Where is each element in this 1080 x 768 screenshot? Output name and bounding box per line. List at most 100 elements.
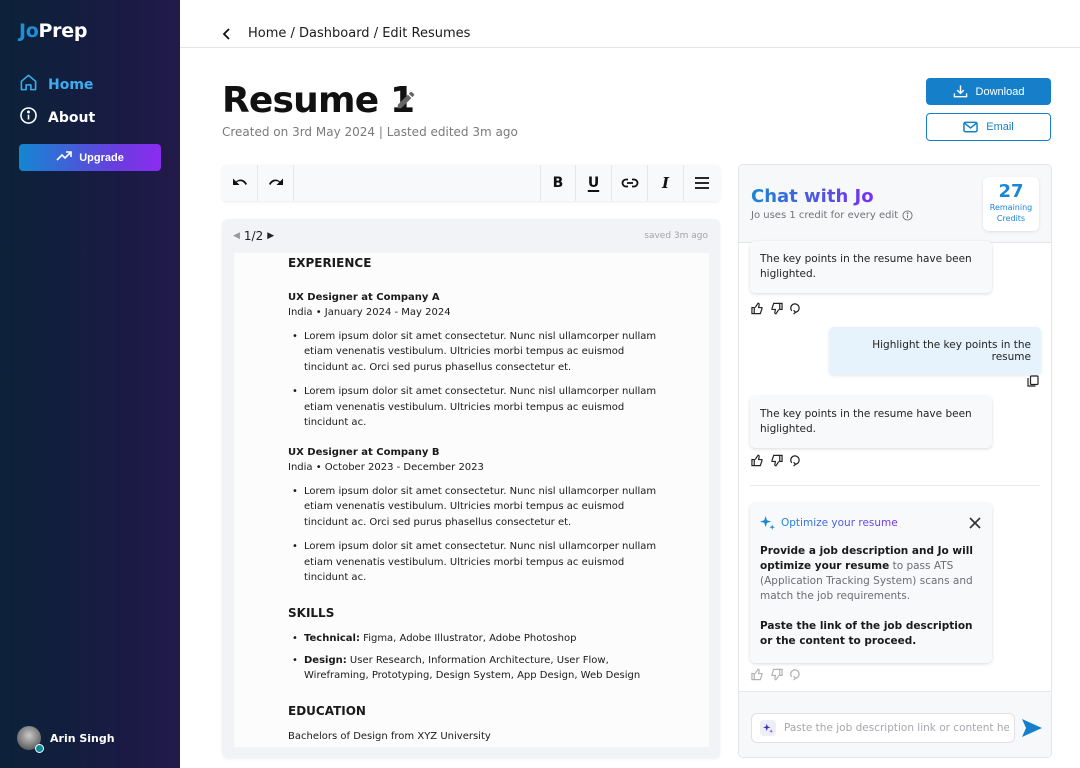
chat-footer	[739, 691, 1051, 757]
editor-toolbar: B U I	[222, 165, 720, 201]
logo-prep: Prep	[38, 20, 88, 42]
education-heading: EDUCATION	[288, 703, 366, 718]
thumbs-up-icon[interactable]	[751, 668, 764, 681]
redo-button[interactable]	[258, 165, 294, 201]
skill-label: Design:	[304, 654, 347, 666]
skill-value: User Research, Information Architecture,…	[304, 654, 641, 682]
resume-content: EXPERIENCE UX Designer at Company A Indi…	[288, 253, 658, 745]
experience-heading: EXPERIENCE	[288, 256, 372, 270]
italic-button[interactable]: I	[648, 165, 684, 201]
resume-editor: ◀ 1/2 ▶ saved 3m ago EXPERIENCE UX Desig…	[222, 219, 720, 758]
next-page-button[interactable]: ▶	[267, 231, 274, 241]
job-bullets: Lorem ipsum dolor sit amet consectetur. …	[288, 484, 658, 586]
mail-icon	[963, 121, 979, 133]
thumbs-down-icon[interactable]	[770, 302, 783, 315]
sparkle-icon	[760, 515, 775, 530]
upgrade-label: Upgrade	[79, 151, 124, 164]
optimize-title: Optimize your resume	[781, 516, 898, 529]
chevron-left-icon	[222, 28, 230, 40]
download-button[interactable]: Download	[926, 78, 1051, 105]
job-description-input[interactable]	[784, 722, 1009, 734]
bullet-item: Lorem ipsum dolor sit amet consectetur. …	[288, 539, 658, 586]
job-meta: India • January 2024 - May 2024	[288, 307, 451, 318]
top-bar: Home / Dashboard / Edit Resumes	[180, 0, 1080, 48]
sparkle-icon	[760, 720, 776, 736]
align-button[interactable]	[684, 165, 720, 201]
message-feedback	[751, 668, 802, 681]
optimize-paragraph: Paste the link of the job description or…	[760, 619, 982, 649]
upgrade-button[interactable]: Upgrade	[19, 144, 161, 171]
saved-status: saved 3m ago	[644, 231, 708, 241]
pencil-icon	[397, 91, 415, 109]
credits-label: Credits	[996, 214, 1026, 223]
credits-label: Remaining	[989, 203, 1033, 212]
email-button[interactable]: Email	[926, 113, 1051, 141]
underline-button[interactable]: U	[576, 165, 612, 201]
trending-up-icon	[56, 150, 72, 165]
redo-icon	[268, 178, 283, 185]
message-feedback	[751, 454, 802, 467]
back-button[interactable]	[222, 26, 236, 42]
resume-page[interactable]: EXPERIENCE UX Designer at Company A Indi…	[234, 253, 709, 747]
link-button[interactable]	[612, 165, 648, 201]
chat-divider	[750, 485, 1040, 486]
sidebar-item-about[interactable]: About	[19, 106, 95, 129]
logo[interactable]: JoPrep	[19, 20, 87, 42]
regenerate-icon[interactable]	[789, 668, 802, 681]
skill-label: Technical:	[304, 633, 360, 644]
optimize-instruction: Paste the link of the job description or…	[760, 620, 973, 647]
bullet-item: Lorem ipsum dolor sit amet consectetur. …	[288, 329, 658, 376]
edit-title-button[interactable]	[395, 89, 417, 111]
italic-icon: I	[661, 174, 670, 192]
user-name: Arin Singh	[50, 731, 115, 745]
skill-item: Technical: Figma, Adobe Illustrator, Ado…	[288, 631, 658, 647]
page-title: Resume 1	[222, 80, 415, 121]
skills-list: Technical: Figma, Adobe Illustrator, Ado…	[288, 631, 658, 684]
skill-value: Figma, Adobe Illustrator, Adobe Photosho…	[359, 633, 577, 644]
undo-button[interactable]	[222, 165, 258, 201]
close-optimize-button[interactable]	[968, 515, 982, 529]
sidebar-item-home[interactable]: Home	[19, 73, 93, 96]
prev-page-button[interactable]: ◀	[233, 231, 240, 241]
download-icon	[953, 85, 967, 98]
avatar	[17, 726, 44, 753]
email-label: Email	[986, 121, 1014, 133]
copy-icon[interactable]	[1027, 372, 1039, 387]
bot-message: The key points in the resume have been h…	[750, 396, 992, 448]
undo-icon	[232, 178, 247, 185]
bold-icon: B	[552, 175, 564, 191]
page-indicator: 1/2	[243, 229, 264, 243]
job-bullets: Lorem ipsum dolor sit amet consectetur. …	[288, 329, 658, 431]
user-message: Highlight the key points in the resume	[829, 327, 1041, 375]
optimize-header: Optimize your resume	[760, 515, 982, 530]
job-title: UX Designer at Company A	[288, 291, 440, 303]
chat-title: Chat with Jo	[751, 186, 874, 207]
send-button[interactable]	[1021, 718, 1043, 738]
close-icon	[969, 517, 981, 529]
bullet-item: Lorem ipsum dolor sit amet consectetur. …	[288, 384, 658, 431]
underline-icon: U	[587, 175, 600, 191]
message-feedback	[751, 302, 802, 315]
link-icon	[621, 178, 638, 188]
regenerate-icon[interactable]	[789, 302, 802, 315]
info-icon[interactable]	[902, 210, 913, 221]
bullet-item: Lorem ipsum dolor sit amet consectetur. …	[288, 484, 658, 531]
chat-subtitle: Jo uses 1 credit for every edit	[751, 210, 913, 221]
menu-lines-icon	[695, 177, 709, 189]
thumbs-up-icon[interactable]	[751, 454, 764, 467]
document-meta: Created on 3rd May 2024 | Lasted edited …	[222, 125, 518, 139]
user-profile[interactable]: Arin Singh	[17, 726, 115, 753]
thumbs-down-icon[interactable]	[770, 454, 783, 467]
sidebar: JoPrep Home About Upgrade Arin Singh	[0, 0, 180, 768]
chat-header: Chat with Jo Jo uses 1 credit for every …	[739, 165, 1051, 243]
chat-panel: Chat with Jo Jo uses 1 credit for every …	[738, 164, 1052, 758]
regenerate-icon[interactable]	[789, 454, 802, 467]
thumbs-up-icon[interactable]	[751, 302, 764, 315]
thumbs-down-icon[interactable]	[770, 668, 783, 681]
online-status-indicator	[35, 744, 44, 753]
bot-message: The key points in the resume have been h…	[750, 241, 992, 293]
bold-button[interactable]: B	[540, 165, 576, 201]
info-icon	[19, 106, 38, 129]
optimize-paragraph: Provide a job description and Jo will op…	[760, 544, 982, 604]
